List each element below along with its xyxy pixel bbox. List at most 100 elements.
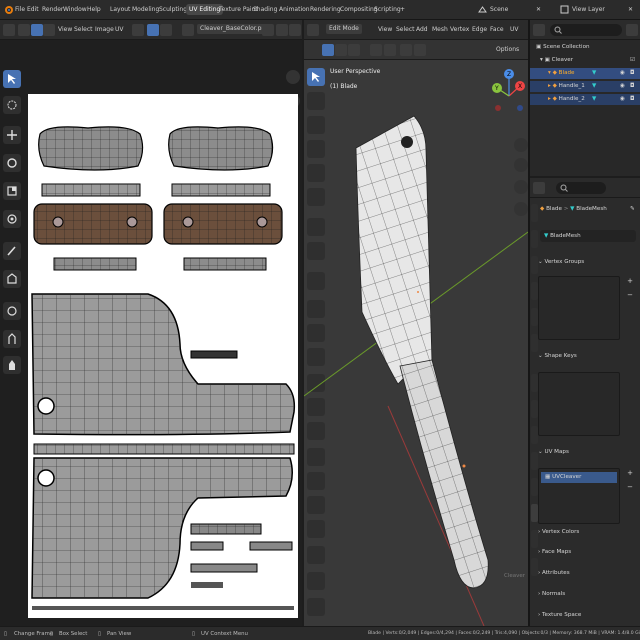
tab-compositing[interactable]: Compositing: [340, 4, 378, 15]
outliner-cleaver[interactable]: ▾ ▣ Cleaver ☑: [530, 55, 640, 66]
pinch-tool[interactable]: [3, 356, 21, 374]
zoom-icon[interactable]: [514, 138, 528, 152]
shape-keys-list[interactable]: [538, 372, 620, 436]
tab-texture-paint[interactable]: Texture Paint: [219, 4, 258, 15]
tab-rendering[interactable]: Rendering: [310, 4, 341, 15]
outliner-scene-collection[interactable]: ▣ Scene Collection: [530, 42, 640, 53]
tab-mesh-data[interactable]: [531, 504, 538, 522]
tab-object[interactable]: [531, 374, 538, 392]
proportional-edit-icon[interactable]: [160, 24, 172, 36]
outliner-handle-2[interactable]: ▸ ◆ Handle_2 ▼ ◉ ◘: [530, 94, 640, 105]
transform-tool[interactable]: [3, 210, 21, 228]
panel-attributes[interactable]: › Attributes: [538, 567, 634, 579]
panel-vertex-groups[interactable]: ⌄ Vertex Groups: [538, 256, 634, 268]
ortho-toggle-icon[interactable]: [514, 202, 528, 216]
pivot-icon[interactable]: [132, 24, 144, 36]
cursor-tool[interactable]: [3, 96, 21, 114]
image-name-field[interactable]: Cleaver_BaseColor.png: [197, 24, 272, 34]
outliner-search-field[interactable]: [550, 24, 622, 36]
rotate-tool[interactable]: [3, 154, 21, 172]
tab-sculpting[interactable]: Sculpting: [159, 4, 187, 15]
tab-world[interactable]: [531, 334, 538, 352]
tab-modifiers[interactable]: [531, 400, 538, 418]
image-pin-icon[interactable]: [276, 24, 288, 36]
tab-uv-editing[interactable]: UV Editing: [186, 4, 224, 15]
menu-help[interactable]: Help: [87, 4, 101, 15]
navigation-gizmo[interactable]: X Z Y: [490, 68, 528, 122]
tab-constraints[interactable]: [531, 478, 538, 496]
tab-scene[interactable]: [531, 308, 538, 326]
menu-window[interactable]: Window: [63, 4, 87, 15]
outliner-blade[interactable]: ▾ ◆ Blade ▼ ◉ ◘: [530, 68, 640, 79]
uv-texture-canvas[interactable]: [28, 94, 298, 618]
filter-icon[interactable]: [626, 24, 638, 36]
tab-animation[interactable]: Animation: [279, 4, 310, 15]
scene-selector[interactable]: Scene: [490, 4, 508, 15]
uv-maps-add-button[interactable]: +: [625, 468, 635, 478]
panel-vertex-colors[interactable]: › Vertex Colors: [538, 526, 634, 538]
tab-material[interactable]: [531, 530, 538, 548]
tab-tool[interactable]: [531, 204, 538, 222]
tab-view-layer[interactable]: [531, 282, 538, 300]
add-workspace-button[interactable]: +: [400, 4, 405, 15]
panel-shape-keys[interactable]: ⌄ Shape Keys: [538, 350, 634, 362]
panel-face-maps[interactable]: › Face Maps: [538, 546, 634, 558]
menu-file[interactable]: File: [15, 4, 25, 15]
scene-close-icon[interactable]: ✕: [536, 4, 541, 15]
visibility-icon[interactable]: ◉: [620, 94, 625, 105]
tab-modeling[interactable]: Modeling: [132, 4, 159, 15]
hand-pan-icon[interactable]: [514, 158, 528, 172]
view-layer-selector[interactable]: View Layer: [572, 4, 605, 15]
visibility-icon[interactable]: ◉: [620, 68, 625, 79]
outliner-type-icon[interactable]: [533, 24, 545, 36]
relax-tool[interactable]: [3, 330, 21, 348]
3d-viewport[interactable]: Edit Mode View Select Add Mesh Vertex Ed…: [304, 20, 528, 626]
camera-icon[interactable]: ◘: [630, 94, 634, 105]
blender-logo-icon[interactable]: [3, 4, 14, 15]
uv-maps-list[interactable]: ▦ UVCleaver: [538, 468, 620, 524]
tab-shading[interactable]: Shading: [253, 4, 277, 15]
checkbox-icon[interactable]: ☑: [630, 55, 635, 66]
camera-icon[interactable]: ◘: [630, 68, 634, 79]
properties-search-field[interactable]: [556, 182, 606, 194]
edge-select-icon[interactable]: [43, 24, 55, 36]
tab-render[interactable]: [531, 230, 538, 248]
uv-menu-image[interactable]: Image: [95, 25, 114, 35]
panel-texture-space[interactable]: › Texture Space: [538, 609, 634, 621]
menu-render[interactable]: Render: [42, 4, 63, 15]
menu-edit[interactable]: Edit: [27, 4, 39, 15]
uv-menu-uv[interactable]: UV: [115, 25, 124, 35]
view-layer-close-icon[interactable]: ✕: [628, 4, 633, 15]
tab-particles[interactable]: [531, 426, 538, 444]
grab-tool[interactable]: [3, 302, 21, 320]
move-tool[interactable]: [3, 126, 21, 144]
tab-texture[interactable]: [531, 558, 538, 576]
image-close-icon[interactable]: [262, 24, 274, 36]
snap-icon[interactable]: [147, 24, 159, 36]
zoom-view-icon[interactable]: [286, 70, 300, 84]
tab-scripting[interactable]: Scripting: [374, 4, 401, 15]
annotate-tool[interactable]: [3, 242, 21, 260]
uv-menu-select[interactable]: Select: [74, 25, 93, 35]
vertex-groups-add-button[interactable]: +: [625, 276, 635, 286]
vertex-select-icon[interactable]: [31, 24, 43, 36]
camera-icon[interactable]: ◘: [630, 81, 634, 92]
vertex-groups-remove-button[interactable]: −: [625, 290, 635, 300]
uv-maps-remove-button[interactable]: −: [625, 482, 635, 492]
tab-physics[interactable]: [531, 452, 538, 470]
rip-tool[interactable]: [3, 270, 21, 288]
mesh-name-field[interactable]: ▼ BladeMesh: [540, 230, 636, 242]
panel-normals[interactable]: › Normals: [538, 588, 634, 600]
select-box-tool[interactable]: [3, 70, 21, 88]
panel-uv-maps[interactable]: ⌄ UV Maps: [538, 446, 634, 458]
image-slot-icon[interactable]: [289, 24, 301, 36]
tab-layout[interactable]: Layout: [110, 4, 130, 15]
outliner-handle-1[interactable]: ▸ ◆ Handle_1 ▼ ◉ ◘: [530, 81, 640, 92]
pin-icon[interactable]: ✎: [630, 204, 635, 214]
sync-selection-icon[interactable]: [18, 24, 30, 36]
image-browse-icon[interactable]: [182, 24, 194, 36]
uv-menu-view[interactable]: View: [58, 25, 72, 35]
visibility-icon[interactable]: ◉: [620, 81, 625, 92]
uv-map-item[interactable]: ▦ UVCleaver: [541, 472, 617, 483]
properties-type-icon[interactable]: [533, 182, 545, 194]
